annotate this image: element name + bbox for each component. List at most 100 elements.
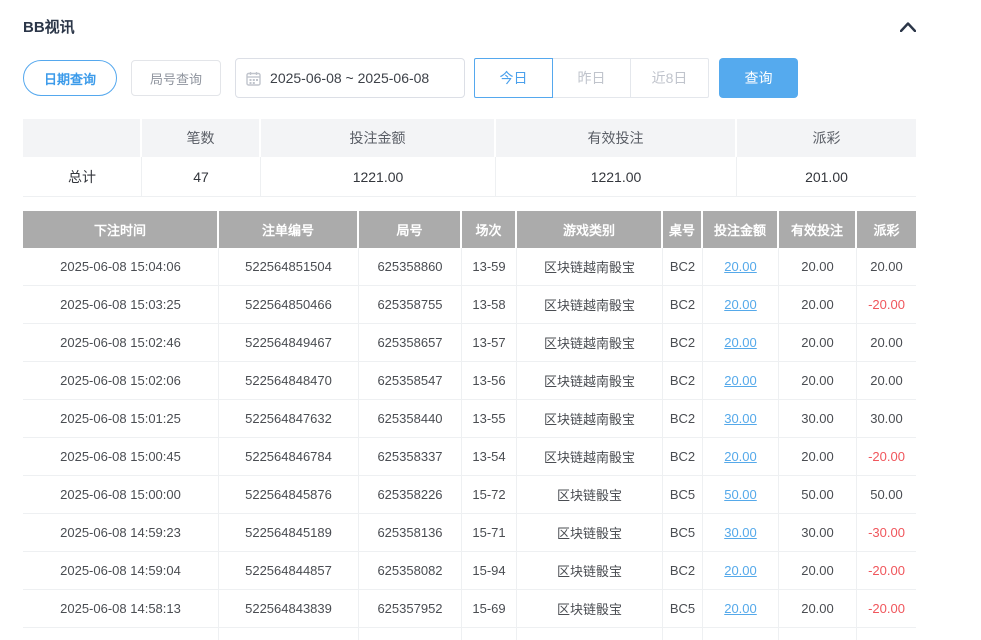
cell-game-type: 区块链骰宝 — [517, 552, 663, 590]
header-session: 场次 — [462, 211, 517, 248]
date-range-value: 2025-06-08 ~ 2025-06-08 — [270, 70, 429, 86]
cell-game-type: 区块链越南骰宝 — [517, 438, 663, 476]
quick-range-last8days[interactable]: 近8日 — [630, 58, 709, 98]
bet-amount-link[interactable]: 20.00 — [724, 335, 757, 350]
cell-bet-id: 522564846784 — [219, 438, 359, 476]
cell-bet-id: 522564847632 — [219, 400, 359, 438]
cell-round-id: 625358136 — [359, 514, 462, 552]
date-query-tab[interactable]: 日期查询 — [23, 60, 117, 96]
date-range-input[interactable]: 2025-06-08 ~ 2025-06-08 — [235, 58, 465, 98]
header-table-no: 桌号 — [663, 211, 703, 248]
cell-bet-time: 2025-06-08 15:00:45 — [23, 438, 219, 476]
bet-amount-link[interactable]: 20.00 — [724, 297, 757, 312]
cell-bet-time: 2025-06-08 15:03:25 — [23, 286, 219, 324]
cell-round-id: 625358226 — [359, 476, 462, 514]
cell-game-type — [517, 628, 663, 640]
cell-bet-amount: 30.00 — [703, 514, 779, 552]
cell-payout: 20.00 — [857, 324, 916, 362]
bets-table: 下注时间 注单编号 局号 场次 游戏类别 桌号 投注金额 有效投注 派彩 202… — [23, 211, 916, 640]
bet-amount-link[interactable]: 50.00 — [724, 487, 757, 502]
cell-bet-time: 2025-06-08 15:02:06 — [23, 362, 219, 400]
table-row — [23, 628, 916, 640]
cell-bet-time: 2025-06-08 15:01:25 — [23, 400, 219, 438]
bet-amount-link[interactable]: 30.00 — [724, 411, 757, 426]
bet-amount-link[interactable]: 20.00 — [724, 563, 757, 578]
query-toolbar: 日期查询 局号查询 2025-06-08 ~ 2025-06-08 今日 昨日 … — [23, 58, 981, 98]
cell-game-type: 区块链越南骰宝 — [517, 324, 663, 362]
cell-valid-bet: 30.00 — [779, 514, 857, 552]
cell-game-type: 区块链骰宝 — [517, 514, 663, 552]
cell-valid-bet: 20.00 — [779, 286, 857, 324]
search-button[interactable]: 查询 — [719, 58, 798, 98]
cell-valid-bet: 20.00 — [779, 552, 857, 590]
collapse-button[interactable] — [897, 16, 919, 38]
quick-range-group: 今日 昨日 近8日 — [474, 58, 709, 98]
cell-payout: -20.00 — [857, 552, 916, 590]
round-query-tab[interactable]: 局号查询 — [131, 60, 221, 96]
panel-title: BB视讯 — [23, 16, 75, 37]
bet-amount-link[interactable]: 20.00 — [724, 601, 757, 616]
cell-session — [462, 628, 517, 640]
cell-bet-time: 2025-06-08 15:02:46 — [23, 324, 219, 362]
header-bet-amount: 投注金额 — [703, 211, 779, 248]
calendar-icon — [246, 71, 261, 86]
cell-bet-id: 522564850466 — [219, 286, 359, 324]
cell-bet-id: 522564849467 — [219, 324, 359, 362]
cell-table-no: BC5 — [663, 514, 703, 552]
cell-game-type: 区块链越南骰宝 — [517, 400, 663, 438]
cell-payout: 20.00 — [857, 362, 916, 400]
cell-bet-amount: 20.00 — [703, 248, 779, 286]
cell-round-id: 625358860 — [359, 248, 462, 286]
bb-video-panel: BB视讯 日期查询 局号查询 2025-06-08 ~ 2025-06-08 今… — [0, 0, 981, 640]
cell-bet-id: 522564843839 — [219, 590, 359, 628]
cell-table-no: BC2 — [663, 552, 703, 590]
cell-bet-amount: 20.00 — [703, 438, 779, 476]
quick-range-yesterday[interactable]: 昨日 — [552, 58, 631, 98]
cell-valid-bet: 30.00 — [779, 400, 857, 438]
cell-bet-amount: 30.00 — [703, 400, 779, 438]
cell-valid-bet: 50.00 — [779, 476, 857, 514]
bet-amount-link[interactable]: 20.00 — [724, 449, 757, 464]
cell-bet-time: 2025-06-08 15:04:06 — [23, 248, 219, 286]
cell-game-type: 区块链骰宝 — [517, 590, 663, 628]
quick-range-today[interactable]: 今日 — [474, 58, 553, 98]
chevron-up-icon — [900, 22, 916, 32]
bet-amount-link[interactable]: 30.00 — [724, 525, 757, 540]
cell-game-type: 区块链骰宝 — [517, 476, 663, 514]
cell-bet-time — [23, 628, 219, 640]
cell-bet-amount: 20.00 — [703, 286, 779, 324]
cell-table-no: BC5 — [663, 476, 703, 514]
cell-bet-id: 522564851504 — [219, 248, 359, 286]
cell-table-no: BC2 — [663, 400, 703, 438]
cell-game-type: 区块链越南骰宝 — [517, 362, 663, 400]
summary-total-bet-amount: 1221.00 — [261, 157, 496, 197]
table-row: 2025-06-08 14:58:13522564843839625357952… — [23, 590, 916, 628]
cell-table-no: BC2 — [663, 324, 703, 362]
cell-bet-time: 2025-06-08 14:58:13 — [23, 590, 219, 628]
cell-round-id: 625358755 — [359, 286, 462, 324]
cell-bet-amount: 20.00 — [703, 362, 779, 400]
summary-header-valid-bet: 有效投注 — [496, 119, 737, 157]
cell-payout: 30.00 — [857, 400, 916, 438]
cell-bet-amount: 20.00 — [703, 590, 779, 628]
header-round-id: 局号 — [359, 211, 462, 248]
cell-valid-bet — [779, 628, 857, 640]
table-row: 2025-06-08 15:03:25522564850466625358755… — [23, 286, 916, 324]
table-row: 2025-06-08 14:59:23522564845189625358136… — [23, 514, 916, 552]
bets-header-row: 下注时间 注单编号 局号 场次 游戏类别 桌号 投注金额 有效投注 派彩 — [23, 211, 916, 248]
summary-header-empty — [23, 119, 142, 157]
table-row: 2025-06-08 15:00:00522564845876625358226… — [23, 476, 916, 514]
cell-game-type: 区块链越南骰宝 — [517, 248, 663, 286]
cell-payout: -20.00 — [857, 438, 916, 476]
bet-amount-link[interactable]: 20.00 — [724, 373, 757, 388]
bet-amount-link[interactable]: 20.00 — [724, 259, 757, 274]
cell-bet-time: 2025-06-08 14:59:23 — [23, 514, 219, 552]
table-row: 2025-06-08 15:02:46522564849467625358657… — [23, 324, 916, 362]
cell-valid-bet: 20.00 — [779, 248, 857, 286]
table-row: 2025-06-08 15:00:45522564846784625358337… — [23, 438, 916, 476]
cell-round-id: 625358440 — [359, 400, 462, 438]
cell-session: 13-56 — [462, 362, 517, 400]
cell-round-id: 625358547 — [359, 362, 462, 400]
cell-table-no: BC2 — [663, 286, 703, 324]
cell-session: 13-57 — [462, 324, 517, 362]
